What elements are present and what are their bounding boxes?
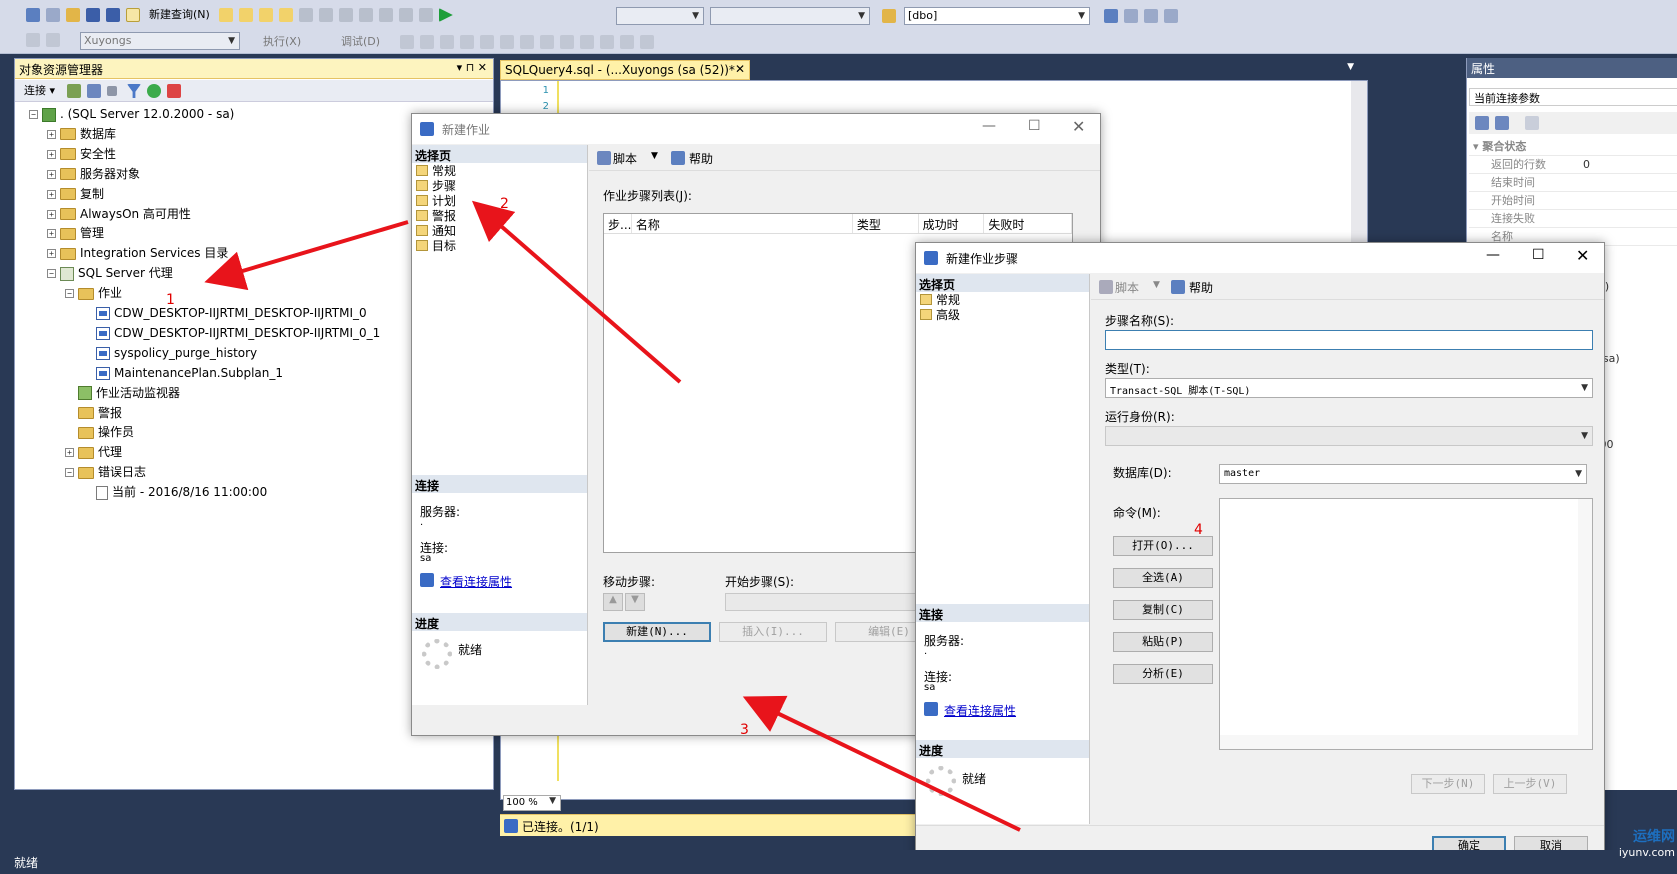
annotation-label-4: 4 [1194,522,1203,538]
arrow-3 [742,695,1021,832]
annotation-label-3: 3 [740,722,749,738]
annotation-arrows [204,200,1021,832]
arrow-1 [204,220,409,291]
watermark: 运维网 iyunv.com [1570,826,1675,872]
watermark-line-2: iyunv.com [1618,846,1675,859]
arrow-2 [471,200,682,384]
annotation-label-1: 1 [166,292,175,308]
annotation-label-2: 2 [500,196,509,212]
watermark-line-1: 运维网 [1633,829,1675,845]
